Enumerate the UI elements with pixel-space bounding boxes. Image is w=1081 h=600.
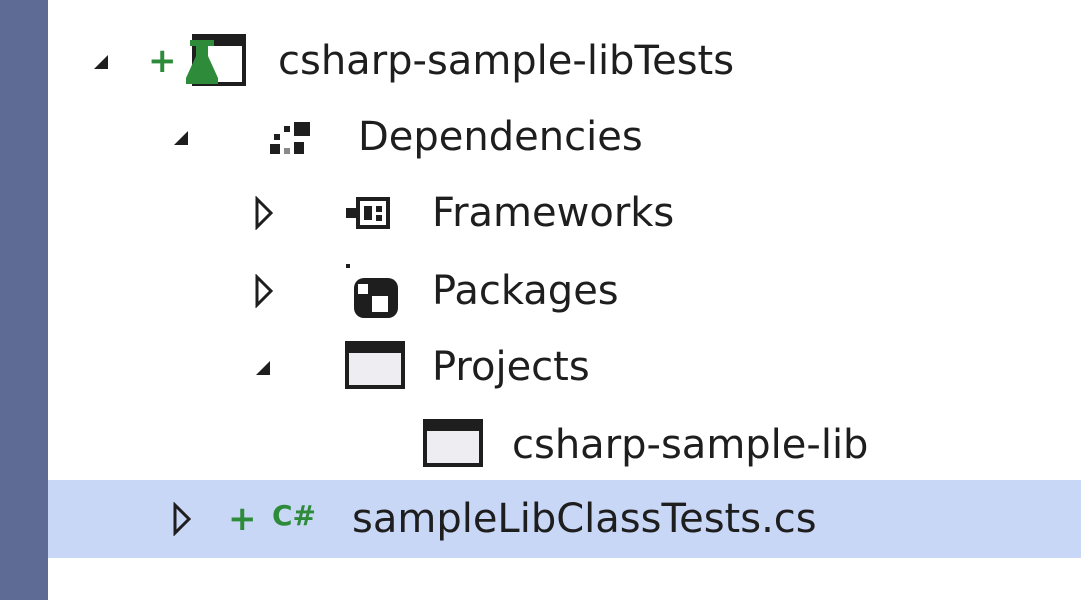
pending-add-icon: + <box>228 499 257 539</box>
pending-add-icon: + <box>148 41 177 81</box>
tree-item-label: Dependencies <box>358 114 643 160</box>
tree-item-projects[interactable]: Projects <box>48 328 1081 406</box>
dependencies-icon <box>270 122 310 154</box>
collapsed-arrow-icon[interactable] <box>254 196 274 230</box>
tree-item-csharp-sample-lib[interactable]: csharp-sample-lib <box>48 406 1081 484</box>
tree-item-label: csharp-sample-libTests <box>278 38 735 84</box>
left-margin-bar <box>0 0 48 600</box>
tree-item-label: csharp-sample-lib <box>512 422 869 468</box>
expanded-arrow-icon[interactable] <box>92 53 110 71</box>
tree-item-label: Projects <box>432 344 590 390</box>
framework-icon <box>346 197 390 229</box>
tree-item-frameworks[interactable]: Frameworks <box>48 174 1081 252</box>
expanded-arrow-icon[interactable] <box>254 359 272 377</box>
collapsed-arrow-icon[interactable] <box>254 274 274 308</box>
solution-explorer: + csharp-sample-libTests Dependencies Fr… <box>0 0 1081 600</box>
csharp-file-icon: C# <box>272 499 317 532</box>
nuget-package-icon <box>346 264 398 318</box>
test-project-icon <box>186 34 246 86</box>
collapsed-arrow-icon[interactable] <box>172 502 192 536</box>
tree-item-label: Frameworks <box>432 190 675 236</box>
expanded-arrow-icon[interactable] <box>172 129 190 147</box>
tree-item-csharp-sample-libTests[interactable]: + csharp-sample-libTests <box>48 22 1081 100</box>
tree-item-sampleLibClassTests[interactable]: + C# sampleLibClassTests.cs <box>48 480 1081 558</box>
tree-item-dependencies[interactable]: Dependencies <box>48 98 1081 176</box>
project-reference-icon <box>345 341 405 389</box>
project-reference-icon <box>423 419 483 467</box>
tree-item-packages[interactable]: Packages <box>48 252 1081 330</box>
tree-item-label: sampleLibClassTests.cs <box>352 496 817 542</box>
tree-item-label: Packages <box>432 268 619 314</box>
